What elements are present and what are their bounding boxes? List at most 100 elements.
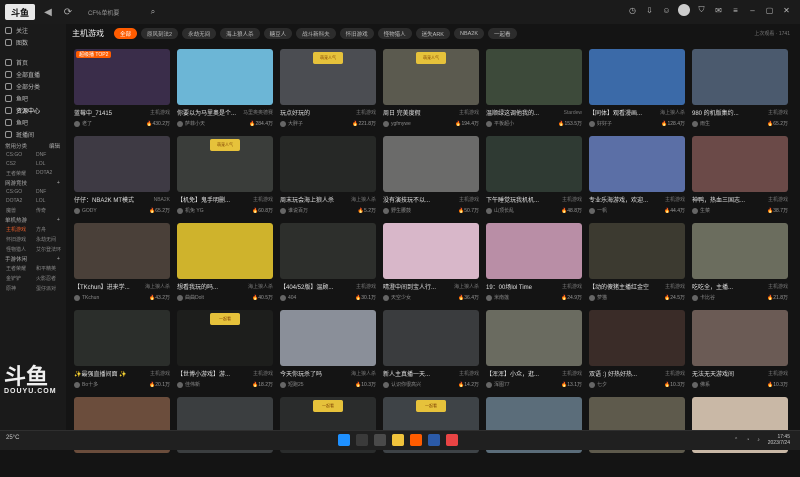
plus-icon[interactable]: + xyxy=(57,217,60,223)
stream-category[interactable]: 主机游戏 xyxy=(665,196,685,203)
stream-card[interactable]: 一起看 【世博小游戏】游... 主机游戏 佳伟新 🔥18.2万 xyxy=(177,310,273,390)
sidebar-item-room[interactable]: 斑播间 xyxy=(0,128,66,140)
task-view-icon[interactable] xyxy=(374,434,386,446)
stream-category[interactable]: 主机游戏 xyxy=(562,196,582,203)
streamer[interactable]: 萨菲小天 xyxy=(177,120,205,127)
stream-category[interactable]: 海上狼人杀 xyxy=(351,370,376,377)
common-link[interactable]: DNF xyxy=(36,152,66,158)
plus-icon[interactable]: + xyxy=(57,180,60,186)
douyu-app-icon[interactable] xyxy=(410,434,422,446)
search-input[interactable]: CF%单机要 xyxy=(85,5,145,19)
single-link[interactable]: 怀旧游戏 xyxy=(6,236,36,243)
stream-title[interactable]: 19：00场lol Time xyxy=(486,282,546,291)
stream-title[interactable]: 下午睡觉玩我机机... xyxy=(486,195,546,204)
stream-card[interactable]: 无法无天游戏间 主机游戏 佛系 🔥10.3万 xyxy=(692,310,788,390)
single-link[interactable]: 艾尔登法环 xyxy=(36,246,66,253)
stream-category[interactable]: 主机游戏 xyxy=(768,283,788,290)
stream-title[interactable]: 新人主真播一天... xyxy=(383,369,443,378)
stream-category[interactable]: 主机游戏 xyxy=(459,370,479,377)
stream-thumbnail[interactable]: 一起看 xyxy=(177,310,273,366)
tray-icon[interactable]: ⌃ xyxy=(734,437,738,443)
common-link[interactable]: DOTA2 xyxy=(36,170,66,177)
single-link[interactable]: 怪物猎人 xyxy=(6,246,36,253)
stream-category[interactable]: 马里奥奥德赛 xyxy=(243,109,273,116)
stream-card[interactable]: ✨最强直播间面 ✨ 主机游戏 Bo十多 🔥20.1万 xyxy=(74,310,170,390)
streamer[interactable]: 平板超小 xyxy=(486,120,514,127)
tag-7[interactable]: 怪物猎人 xyxy=(377,28,412,39)
streamer[interactable]: 米南莲 xyxy=(486,294,509,301)
streamer[interactable]: 天空少女 xyxy=(383,294,411,301)
streamer[interactable]: ygfmywe xyxy=(383,120,411,127)
stream-thumbnail[interactable]: 萌宠人气 xyxy=(177,136,273,192)
stream-card[interactable]: 下午睡觉玩我机机... 主机游戏 山顶长乱 🔥48.8万 xyxy=(486,136,582,216)
stream-title[interactable]: 想看我玩的吗... xyxy=(177,282,237,291)
mobile-link[interactable]: 火影忍者 xyxy=(36,275,66,282)
stream-card[interactable]: 19：00场lol Time 主机游戏 米南莲 🔥24.9万 xyxy=(486,223,582,303)
stream-thumbnail[interactable] xyxy=(692,223,788,279)
sidebar-item-home[interactable]: 首页 xyxy=(0,56,66,68)
stream-thumbnail[interactable] xyxy=(177,49,273,105)
streamer[interactable]: 萝猫 xyxy=(589,294,607,301)
maximize-icon[interactable]: ▢ xyxy=(764,5,775,16)
stream-card[interactable]: 【TKchun】进来学... 海上狼人杀 TKchun 🔥43.2万 xyxy=(74,223,170,303)
menu-icon[interactable]: ≡ xyxy=(730,5,741,16)
live-link[interactable]: DNF xyxy=(36,189,66,195)
streamer[interactable]: TKchun xyxy=(74,294,99,301)
single-link[interactable]: 永劫无间 xyxy=(36,236,66,243)
stream-thumbnail[interactable] xyxy=(486,310,582,366)
sidebar-item-all-live[interactable]: 全部直播 xyxy=(0,68,66,80)
stream-thumbnail[interactable] xyxy=(74,136,170,192)
mobile-link[interactable]: 和平精英 xyxy=(36,265,66,272)
stream-card[interactable]: 【同体】观看漫画... 海上狼人杀 好好子 🔥128.4万 xyxy=(589,49,685,129)
single-link[interactable]: 方舟 xyxy=(36,226,66,233)
sidebar-item-all-categories[interactable]: 全部分类 xyxy=(0,80,66,92)
stream-thumbnail[interactable] xyxy=(589,310,685,366)
stream-category[interactable]: 主机游戏 xyxy=(562,370,582,377)
live-link[interactable]: LOL xyxy=(36,198,66,204)
streamer[interactable]: 短跑25 xyxy=(280,381,304,388)
stream-category[interactable]: NBA2K xyxy=(154,197,170,203)
live-link[interactable]: DOTA2 xyxy=(6,198,36,204)
stream-card[interactable]: 仔仔：NBA2K MT模式 NBA2K GODY 🔥65.2万 xyxy=(74,136,170,216)
stream-thumbnail[interactable] xyxy=(280,136,376,192)
tag-10[interactable]: 一起看 xyxy=(488,28,517,39)
stream-category[interactable]: 主机游戏 xyxy=(356,109,376,116)
stream-title[interactable]: 980 的机版集约... xyxy=(692,108,752,117)
stream-thumbnail[interactable] xyxy=(692,136,788,192)
streamer[interactable]: GODY xyxy=(74,207,97,214)
stream-thumbnail[interactable]: 萌宠人气 xyxy=(280,49,376,105)
plus-icon[interactable]: + xyxy=(57,256,60,262)
stream-card[interactable]: 萌宠人气 玩点好玩的 主机游戏 大胖子 🔥221.8万 xyxy=(280,49,376,129)
steam-icon[interactable] xyxy=(428,434,440,446)
sidebar-item-resource[interactable]: 资源中心 xyxy=(0,104,66,116)
streamer[interactable]: 好好子 xyxy=(589,120,612,127)
stream-card[interactable]: 晴澄中间到宝人行... 海上狼人杀 天空少女 🔥36.4万 xyxy=(383,223,479,303)
search-icon[interactable]: ⌕ xyxy=(147,6,159,18)
stream-category[interactable]: 主机游戏 xyxy=(768,109,788,116)
streamer[interactable]: 生菜 xyxy=(692,207,710,214)
stream-category[interactable]: 海上狼人杀 xyxy=(454,283,479,290)
tag-9[interactable]: NBA2K xyxy=(453,28,485,39)
mobile-link[interactable]: 王者荣耀 xyxy=(6,265,36,272)
mobile-link[interactable]: 原神 xyxy=(6,285,36,292)
stream-category[interactable]: 主机游戏 xyxy=(665,370,685,377)
stream-thumbnail[interactable] xyxy=(486,49,582,105)
streamer[interactable]: 老了 xyxy=(74,120,92,127)
stream-card[interactable]: 吃吃全，主播... 主机游戏 卡比谷 🔥21.8万 xyxy=(692,223,788,303)
stream-thumbnail[interactable] xyxy=(692,49,788,105)
stream-card[interactable]: 你要以为马里奥是个... 马里奥奥德赛 萨菲小天 🔥284.4万 xyxy=(177,49,273,129)
stream-card[interactable]: 想看我玩的吗... 海上狼人杀 曲曲Dolt 🔥40.5万 xyxy=(177,223,273,303)
back-arrow-icon[interactable]: ◀ xyxy=(41,5,55,19)
tag-4[interactable]: 糖豆人 xyxy=(263,28,293,39)
weather-widget[interactable]: 25°C xyxy=(6,435,32,447)
stream-category[interactable]: 主机游戏 xyxy=(253,196,273,203)
stream-title[interactable]: 吃吃全，主播... xyxy=(692,282,752,291)
live-link[interactable]: 魔兽 xyxy=(6,207,36,214)
streamer[interactable]: 谁说百万 xyxy=(280,207,308,214)
stream-card[interactable]: 超级播 TOP2 蓝莓中_71415 主机游戏 老了 🔥430.2万 xyxy=(74,49,170,129)
stream-thumbnail[interactable]: 萌宠人气 xyxy=(383,49,479,105)
sidebar-item-tushu[interactable]: 图数 xyxy=(0,36,66,48)
stream-title[interactable]: 【同体】观看漫画... xyxy=(589,108,649,117)
tag-6[interactable]: 怀旧游戏 xyxy=(339,28,374,39)
history-icon[interactable]: ◷ xyxy=(627,5,638,16)
